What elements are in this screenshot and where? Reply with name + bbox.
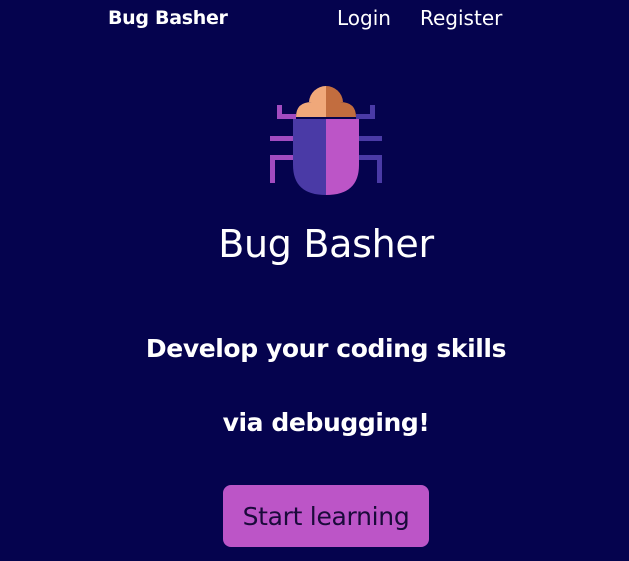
bug-head-top-right bbox=[326, 85, 343, 102]
landing-page: Bug Basher Login Register Bug Basher Dev… bbox=[0, 0, 629, 561]
start-learning-button[interactable]: Start learning bbox=[223, 485, 429, 547]
bug-head-left bbox=[296, 102, 326, 117]
nav-brand-link[interactable]: Bug Basher bbox=[108, 7, 228, 29]
hero-tagline-line-2: via debugging! bbox=[222, 408, 430, 437]
bug-head-right bbox=[326, 102, 356, 117]
hero-tagline-line-1: Develop your coding skills bbox=[145, 334, 507, 363]
bug-legs-left bbox=[270, 105, 296, 183]
bug-body-left bbox=[293, 119, 326, 195]
bug-body-right bbox=[326, 119, 359, 195]
bug-head-top-left bbox=[309, 85, 326, 102]
nav-login-link[interactable]: Login bbox=[337, 6, 391, 30]
bug-icon bbox=[270, 85, 382, 195]
hero-title: Bug Basher bbox=[218, 222, 434, 266]
nav-register-link[interactable]: Register bbox=[420, 6, 502, 30]
bug-legs-right bbox=[356, 105, 382, 183]
